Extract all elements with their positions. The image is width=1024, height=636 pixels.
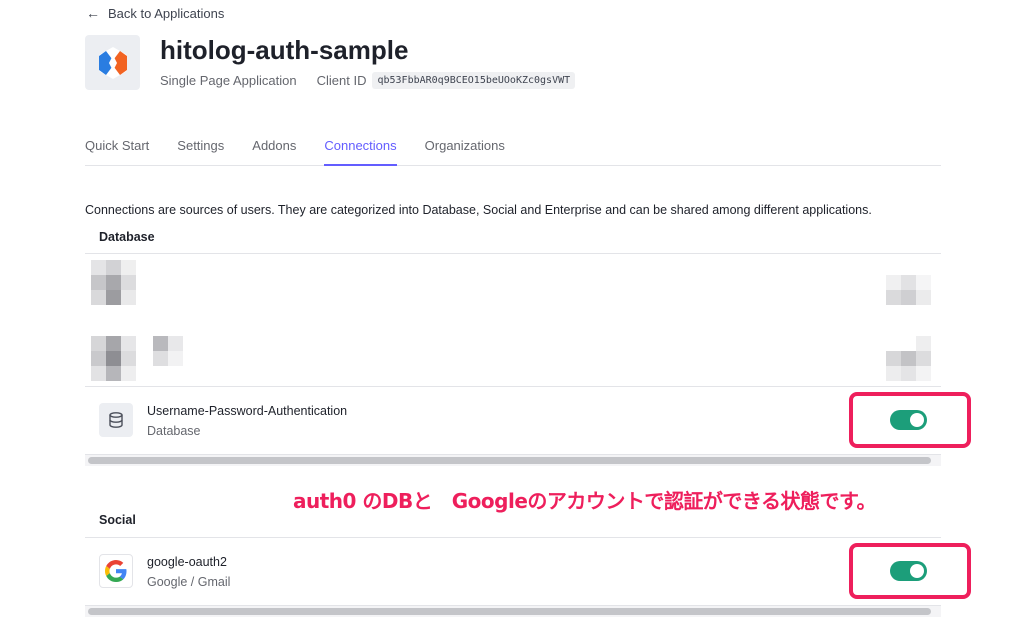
client-id-label: Client ID [316,73,367,88]
connection-subtitle: Google / Gmail [147,575,231,589]
horizontal-scrollbar[interactable] [85,605,941,617]
social-heading: Social [99,513,136,527]
divider [85,253,941,254]
database-connection-toggle[interactable] [890,410,927,430]
database-icon [99,403,133,437]
arrow-left-icon: ← [86,5,100,21]
connection-row-database: Username-Password-Authentication Databas… [85,388,941,450]
divider [85,386,941,387]
google-icon [99,554,133,588]
scrollbar-thumb[interactable] [88,457,931,464]
horizontal-scrollbar[interactable] [85,454,941,466]
tab-addons[interactable]: Addons [252,128,296,166]
back-link-label: Back to Applications [108,5,225,21]
app-type: Single Page Application [160,73,297,88]
divider [85,537,941,538]
connection-name: Username-Password-Authentication [147,404,348,418]
connection-row-google: google-oauth2 Google / Gmail [85,539,941,601]
connections-description: Connections are sources of users. They a… [85,203,872,217]
annotation-text: auth0 のDBと Googleのアカウントで認証ができる状態です。 [293,489,877,513]
connection-subtitle: Database [147,424,201,438]
tab-connections[interactable]: Connections [324,128,397,166]
app-logo [85,35,140,90]
database-heading: Database [99,230,155,244]
connection-name: google-oauth2 [147,555,227,569]
app-logo-icon [98,46,127,79]
client-id-value[interactable]: qb53FbbAR0q9BCEO15beUOoKZc0gsVWT [372,72,576,89]
app-meta: Single Page Application Client ID qb53Fb… [160,72,576,89]
tab-settings[interactable]: Settings [177,128,224,166]
back-to-applications-link[interactable]: ← Back to Applications [86,5,224,21]
scrollbar-thumb[interactable] [88,608,931,615]
app-name: hitolog-auth-sample [160,35,409,65]
app-tabs: Quick Start Settings Addons Connections … [85,128,941,166]
social-section-heading: Social [85,513,941,527]
tab-quick-start[interactable]: Quick Start [85,128,149,166]
toggle-knob [910,413,924,427]
toggle-knob [910,564,924,578]
database-section-heading: Database [85,230,941,244]
google-connection-toggle[interactable] [890,561,927,581]
tab-organizations[interactable]: Organizations [425,128,505,166]
